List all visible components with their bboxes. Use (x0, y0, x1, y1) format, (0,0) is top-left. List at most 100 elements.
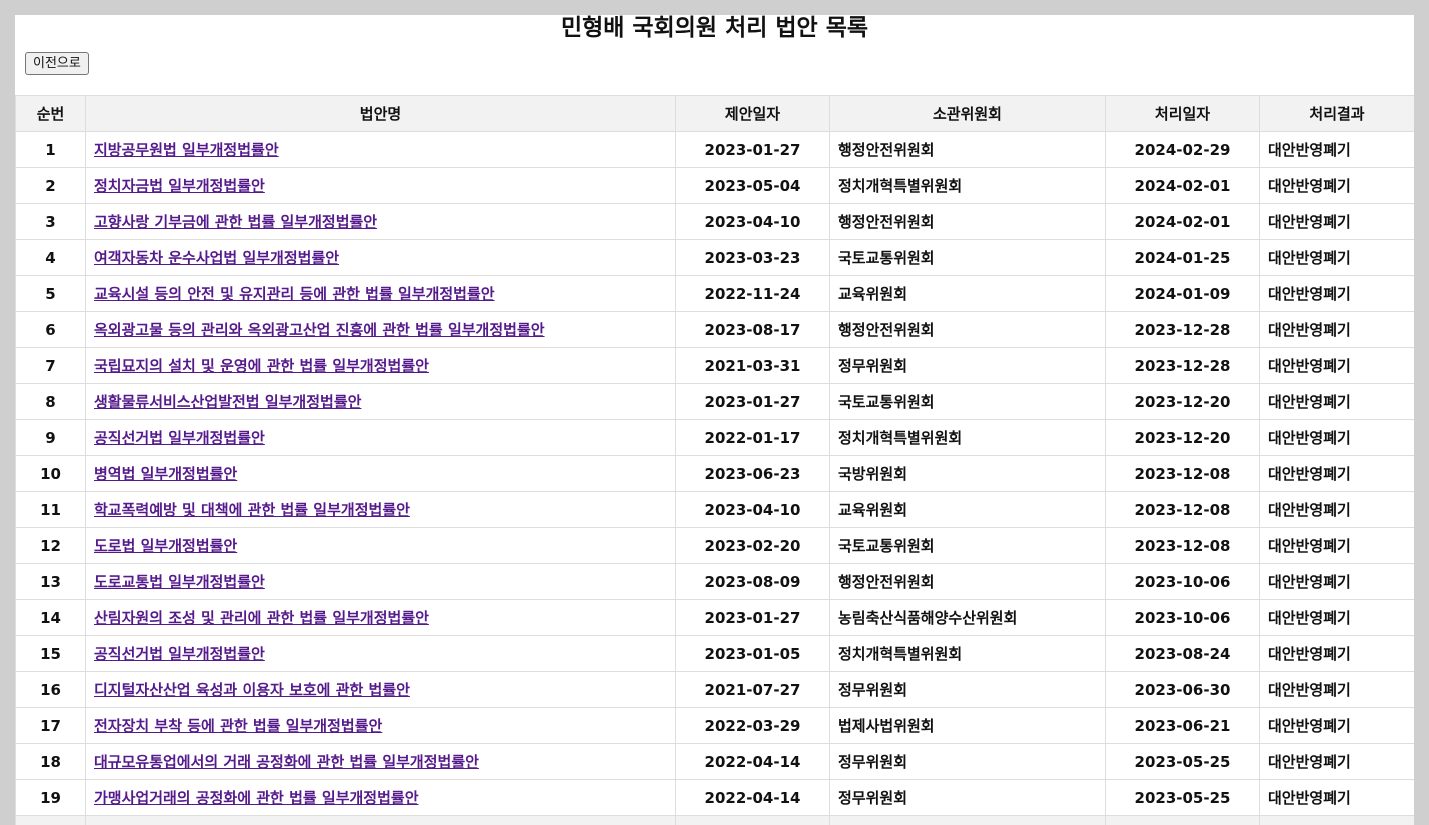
row-result: 대안반영폐기 (1259, 311, 1414, 348)
row-proposed-date: 2023-04-10 (675, 203, 830, 240)
bill-link[interactable]: 도로법 일부개정법률안 (94, 537, 237, 555)
row-result: 대안반영폐기 (1259, 167, 1414, 204)
row-result: 대안반영폐기 (1259, 419, 1414, 456)
row-result: 대안반영폐기 (1259, 455, 1414, 492)
page-title: 민형배 국회의원 처리 법안 목록 (560, 15, 869, 41)
row-processed-date: 2023-12-08 (1105, 491, 1260, 528)
row-bill-cell: 정치자금법 일부개정법률안 (85, 167, 676, 204)
row-seq: 7 (15, 347, 86, 384)
row-seq: 19 (15, 779, 86, 816)
bill-link[interactable]: 정치자금법 일부개정법률안 (94, 177, 265, 195)
bill-link[interactable]: 공직선거법 일부개정법률안 (94, 429, 265, 447)
row-seq: 1 (15, 131, 86, 168)
table-row: 14 산림자원의 조성 및 관리에 관한 법률 일부개정법률안 2023-01-27… (15, 599, 1414, 636)
row-committee: 행정안전위원회 (829, 203, 1106, 240)
empty-cell (85, 815, 676, 825)
bill-table: 순번 법안명 제안일자 소관위원회 처리일자 처리결과 1 지방공무원법 일부개정… (15, 95, 1414, 825)
bill-link[interactable]: 생활물류서비스산업발전법 일부개정법률안 (94, 393, 361, 411)
back-button[interactable]: 이전으로 (25, 52, 89, 75)
header-proposed-date: 제안일자 (675, 95, 830, 132)
empty-cell (1259, 815, 1414, 825)
row-seq: 11 (15, 491, 86, 528)
bill-link[interactable]: 산림자원의 조성 및 관리에 관한 법률 일부개정법률안 (94, 609, 429, 627)
row-committee: 국토교통위원회 (829, 383, 1106, 420)
bill-link[interactable]: 지방공무원법 일부개정법률안 (94, 141, 279, 159)
header-bill-name: 법안명 (85, 95, 676, 132)
row-result: 대안반영폐기 (1259, 347, 1414, 384)
bill-link[interactable]: 여객자동차 운수사업법 일부개정법률안 (94, 249, 339, 267)
row-processed-date: 2023-06-30 (1105, 671, 1260, 708)
empty-cell (15, 815, 86, 825)
row-seq: 3 (15, 203, 86, 240)
row-bill-cell: 디지털자산산업 육성과 이용자 보호에 관한 법률안 (85, 671, 676, 708)
header-processed-date: 처리일자 (1105, 95, 1260, 132)
row-proposed-date: 2022-04-14 (675, 779, 830, 816)
bill-link[interactable]: 도로교통법 일부개정법률안 (94, 573, 265, 591)
table-row: 8 생활물류서비스산업발전법 일부개정법률안 2023-01-27 국토교통위원회 20… (15, 383, 1414, 420)
table-row: 11 학교폭력예방 및 대책에 관한 법률 일부개정법률안 2023-04-10 교육… (15, 491, 1414, 528)
table-row: 13 도로교통법 일부개정법률안 2023-08-09 행정안전위원회 2023-10-… (15, 563, 1414, 600)
row-committee: 정무위원회 (829, 743, 1106, 780)
table-row: 17 전자장치 부착 등에 관한 법률 일부개정법률안 2022-03-29 법제사법… (15, 707, 1414, 744)
row-processed-date: 2023-05-25 (1105, 743, 1260, 780)
bill-link[interactable]: 디지털자산산업 육성과 이용자 보호에 관한 법률안 (94, 681, 410, 699)
row-result: 대안반영폐기 (1259, 203, 1414, 240)
row-bill-cell: 도로법 일부개정법률안 (85, 527, 676, 564)
bill-link[interactable]: 대규모유통업에서의 거래 공정화에 관한 법률 일부개정법률안 (94, 753, 479, 771)
row-proposed-date: 2022-01-17 (675, 419, 830, 456)
row-processed-date: 2023-12-20 (1105, 383, 1260, 420)
row-processed-date: 2023-12-08 (1105, 455, 1260, 492)
row-proposed-date: 2021-07-27 (675, 671, 830, 708)
row-proposed-date: 2023-06-23 (675, 455, 830, 492)
row-processed-date: 2023-12-08 (1105, 527, 1260, 564)
header-committee: 소관위원회 (829, 95, 1106, 132)
row-processed-date: 2023-12-28 (1105, 347, 1260, 384)
table-row: 10 병역법 일부개정법률안 2023-06-23 국방위원회 2023-12-08 대안… (15, 455, 1414, 492)
row-proposed-date: 2023-02-20 (675, 527, 830, 564)
row-committee: 정무위원회 (829, 347, 1106, 384)
row-proposed-date: 2023-01-27 (675, 383, 830, 420)
bill-link[interactable]: 가맹사업거래의 공정화에 관한 법률 일부개정법률안 (94, 789, 419, 807)
bill-link[interactable]: 옥외광고물 등의 관리와 옥외광고산업 진흥에 관한 법률 일부개정법률안 (94, 321, 545, 339)
row-result: 대안반영폐기 (1259, 635, 1414, 672)
bill-link[interactable]: 국립묘지의 설치 및 운영에 관한 법률 일부개정법률안 (94, 357, 429, 375)
row-committee: 정무위원회 (829, 671, 1106, 708)
bill-link[interactable]: 전자장치 부착 등에 관한 법률 일부개정법률안 (94, 717, 382, 735)
row-bill-cell: 학교폭력예방 및 대책에 관한 법률 일부개정법률안 (85, 491, 676, 528)
bill-link[interactable]: 공직선거법 일부개정법률안 (94, 645, 265, 663)
row-seq: 2 (15, 167, 86, 204)
row-committee: 교육위원회 (829, 491, 1106, 528)
table-row-partial (15, 815, 1414, 825)
row-processed-date: 2024-01-09 (1105, 275, 1260, 312)
row-bill-cell: 옥외광고물 등의 관리와 옥외광고산업 진흥에 관한 법률 일부개정법률안 (85, 311, 676, 348)
row-committee: 정치개혁특별위원회 (829, 635, 1106, 672)
row-seq: 4 (15, 239, 86, 276)
row-bill-cell: 여객자동차 운수사업법 일부개정법률안 (85, 239, 676, 276)
row-committee: 국토교통위원회 (829, 239, 1106, 276)
row-result: 대안반영폐기 (1259, 239, 1414, 276)
row-proposed-date: 2023-04-10 (675, 491, 830, 528)
bill-link[interactable]: 병역법 일부개정법률안 (94, 465, 237, 483)
row-processed-date: 2023-06-21 (1105, 707, 1260, 744)
bill-link[interactable]: 교육시설 등의 안전 및 유지관리 등에 관한 법률 일부개정법률안 (94, 285, 495, 303)
row-proposed-date: 2023-03-23 (675, 239, 830, 276)
empty-cell (1105, 815, 1260, 825)
row-processed-date: 2024-02-01 (1105, 167, 1260, 204)
row-result: 대안반영폐기 (1259, 599, 1414, 636)
bill-link[interactable]: 학교폭력예방 및 대책에 관한 법률 일부개정법률안 (94, 501, 410, 519)
row-proposed-date: 2023-05-04 (675, 167, 830, 204)
row-seq: 8 (15, 383, 86, 420)
table-row: 16 디지털자산산업 육성과 이용자 보호에 관한 법률안 2021-07-27 정무… (15, 671, 1414, 708)
row-seq: 6 (15, 311, 86, 348)
row-committee: 정치개혁특별위원회 (829, 167, 1106, 204)
row-bill-cell: 지방공무원법 일부개정법률안 (85, 131, 676, 168)
row-processed-date: 2023-12-28 (1105, 311, 1260, 348)
row-seq: 12 (15, 527, 86, 564)
bill-link[interactable]: 고향사랑 기부금에 관한 법률 일부개정법률안 (94, 213, 377, 231)
row-proposed-date: 2022-04-14 (675, 743, 830, 780)
row-bill-cell: 산림자원의 조성 및 관리에 관한 법률 일부개정법률안 (85, 599, 676, 636)
row-result: 대안반영폐기 (1259, 563, 1414, 600)
row-committee: 교육위원회 (829, 275, 1106, 312)
row-seq: 18 (15, 743, 86, 780)
row-bill-cell: 생활물류서비스산업발전법 일부개정법률안 (85, 383, 676, 420)
